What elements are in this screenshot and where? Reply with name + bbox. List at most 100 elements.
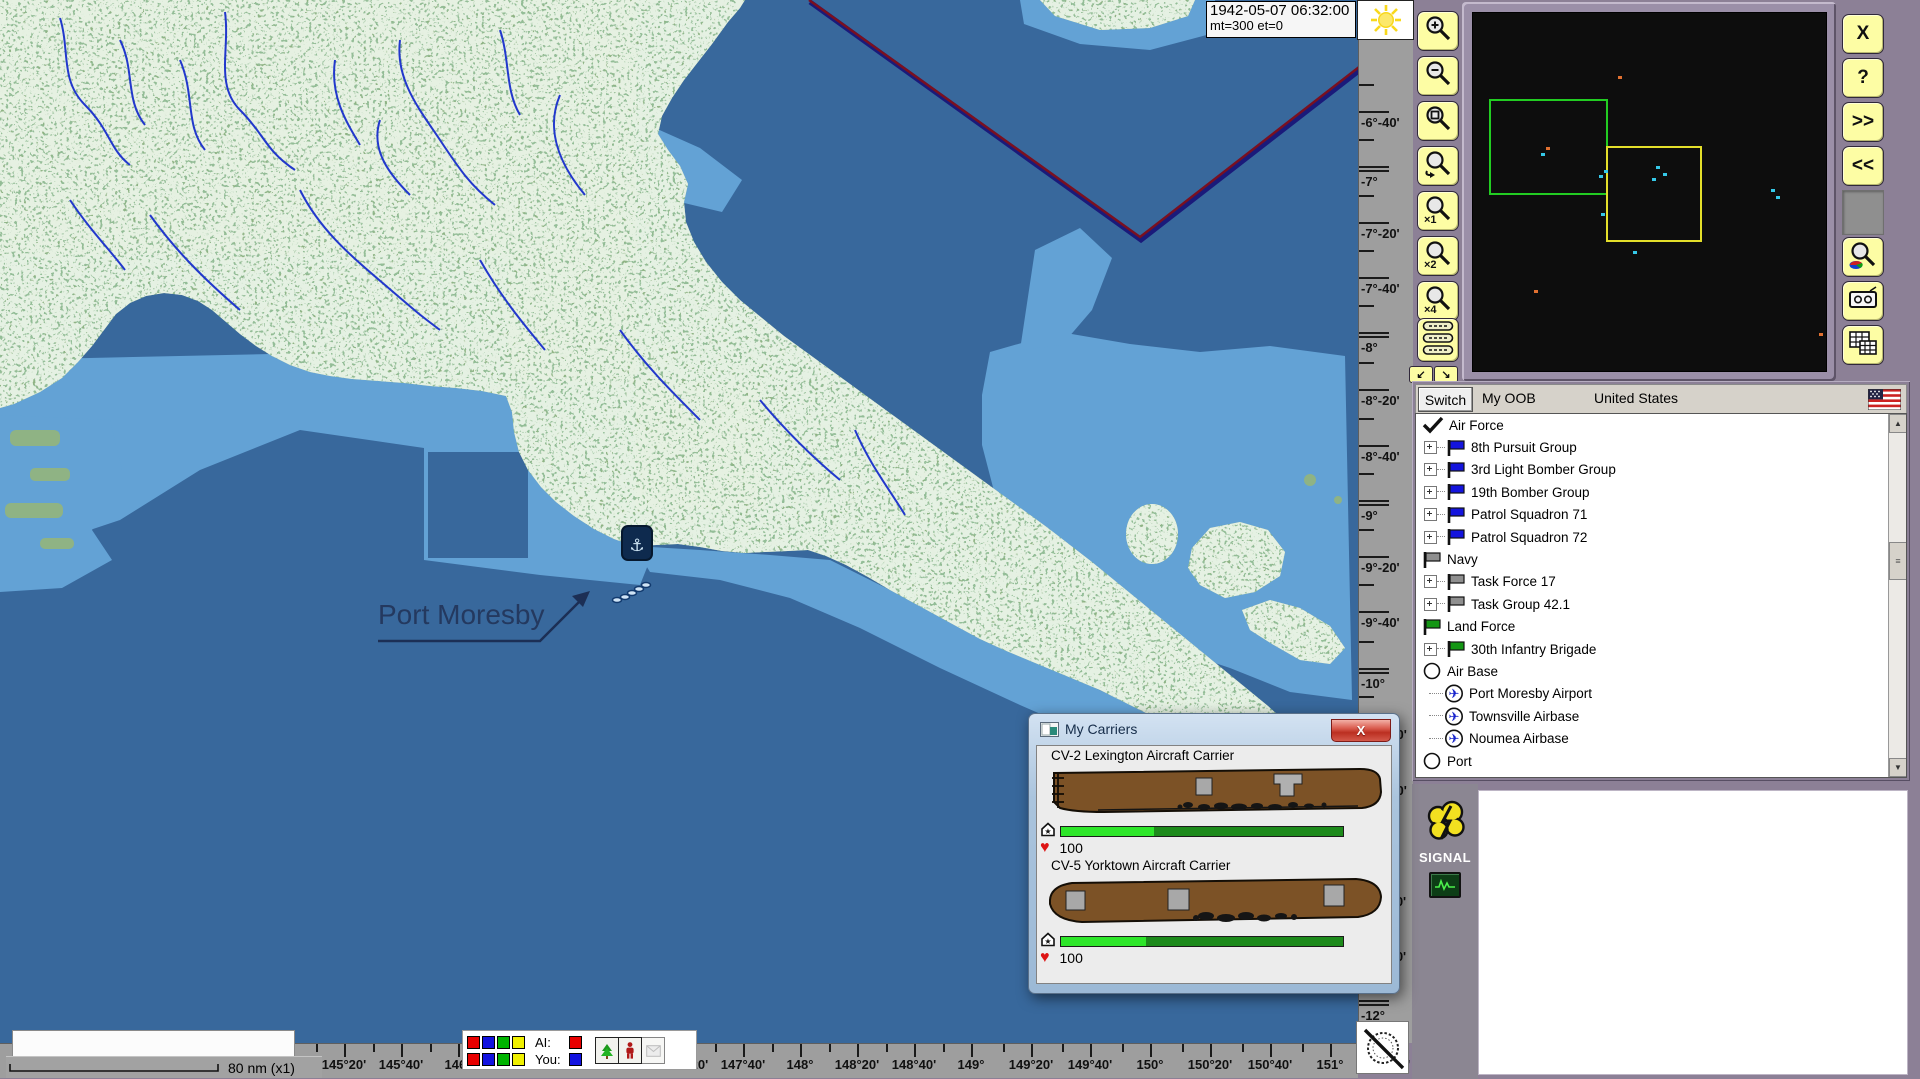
mag-undo-icon [1423, 149, 1453, 184]
help-button[interactable]: ? [1842, 58, 1884, 98]
expand-plus-icon[interactable] [1424, 643, 1437, 656]
latitude-minor-tick [1359, 195, 1374, 197]
longitude-tick [1031, 1044, 1033, 1057]
dialog-close-button[interactable]: X [1331, 719, 1391, 742]
health-heart-icon: ♥ [1040, 841, 1050, 855]
oob-scrollbar[interactable]: ▲ ≡ ▼ [1888, 414, 1906, 777]
longitude-label: 150°40' [1248, 1057, 1292, 1072]
zoom-x1-button[interactable]: ×1 [1417, 191, 1459, 231]
latitude-minor-tick [1359, 584, 1374, 586]
oob-nation: United States [1594, 390, 1678, 406]
signal-monitor-button[interactable] [1429, 872, 1461, 898]
oob-item-label: Navy [1447, 552, 1478, 567]
tree-connector [1437, 603, 1445, 605]
zoom-region-button[interactable] [1417, 101, 1459, 141]
carrier-top-view-image [1038, 874, 1391, 933]
longitude-label: 148°40' [892, 1057, 936, 1072]
oob-item-port-moresby-airport[interactable]: ✈Port Moresby Airport [1416, 683, 1906, 705]
latitude-tick [1359, 445, 1389, 447]
oob-item-19th-bomber-group[interactable]: 19th Bomber Group [1416, 481, 1906, 503]
health-value: 100 [1060, 950, 1083, 966]
flag-icon [1446, 595, 1466, 613]
longitude-label: 150°20' [1188, 1057, 1232, 1072]
zoom-previous-button[interactable] [1417, 146, 1459, 186]
oob-item-townsville-airbase[interactable]: ✈Townsville Airbase [1416, 705, 1906, 727]
zoom-x4-button[interactable]: ×4 [1417, 281, 1459, 321]
compass-widget[interactable] [1356, 1021, 1409, 1074]
latitude-minor-tick [1359, 418, 1374, 420]
prev-button-label: << [1852, 155, 1874, 177]
latitude-tick [1359, 672, 1389, 674]
oob-item-label: Noumea Airbase [1469, 731, 1569, 746]
circle-icon [1422, 752, 1442, 770]
oob-item-3rd-light-bomber-group[interactable]: 3rd Light Bomber Group [1416, 459, 1906, 481]
ship-list-button[interactable] [1417, 318, 1459, 362]
oob-item-label: 3rd Light Bomber Group [1471, 462, 1616, 477]
longitude-label: 145°20' [322, 1057, 366, 1072]
expand-plus-icon[interactable] [1424, 463, 1437, 476]
minimap-unit-dot [1604, 170, 1608, 173]
latitude-minor-tick [1359, 696, 1374, 698]
dialog-title: My Carriers [1065, 721, 1137, 737]
zoom-out-button[interactable] [1417, 56, 1459, 96]
readiness-bar [1060, 826, 1344, 837]
show-units-button[interactable] [618, 1037, 642, 1064]
oob-item-30th-infantry-brigade[interactable]: 30th Infantry Brigade [1416, 638, 1906, 660]
oob-item-port[interactable]: Port [1416, 750, 1906, 772]
longitude-tick [458, 1044, 460, 1057]
port-moresby-base-icon[interactable]: ⚓ [622, 526, 652, 560]
carrier-entry[interactable]: CV-5 Yorktown Aircraft Carrier★♥100 [1037, 858, 1391, 966]
zoom-in-button[interactable] [1417, 11, 1459, 51]
mag-x4-icon: ×4 [1423, 284, 1453, 319]
scroll-down-button[interactable]: ▼ [1889, 758, 1907, 777]
flag-icon [1446, 528, 1466, 546]
minimap-secondary-viewport-rect[interactable] [1606, 146, 1702, 242]
show-terrain-button[interactable] [595, 1037, 619, 1064]
expand-plus-icon[interactable] [1424, 531, 1437, 544]
latitude-label: -10° [1359, 676, 1411, 691]
you-color-swatch [569, 1053, 582, 1066]
oob-item-task-force-17[interactable]: Task Force 17 [1416, 571, 1906, 593]
expand-plus-icon[interactable] [1424, 575, 1437, 588]
reports-button[interactable] [1842, 325, 1884, 365]
oob-item-land-force[interactable]: Land Force [1416, 616, 1906, 638]
minimap-unit-dot [1771, 189, 1775, 192]
expand-plus-icon[interactable] [1424, 598, 1437, 611]
find-units-button[interactable] [1842, 237, 1884, 277]
oob-item-8th-pursuit-group[interactable]: 8th Pursuit Group [1416, 436, 1906, 458]
expand-plus-icon[interactable] [1424, 508, 1437, 521]
cassette-icon [1848, 286, 1878, 317]
map-horizontal-scrollbar[interactable] [12, 1030, 295, 1059]
daylight-indicator [1357, 0, 1414, 40]
oob-item-task-group-42-1[interactable]: Task Group 42.1 [1416, 593, 1906, 615]
oob-item-air-force[interactable]: Air Force [1416, 414, 1906, 436]
minimap[interactable] [1472, 12, 1827, 372]
latitude-tick [1359, 277, 1389, 279]
switch-button[interactable]: Switch [1418, 387, 1473, 412]
expand-plus-icon[interactable] [1424, 486, 1437, 499]
scroll-up-button[interactable]: ▲ [1889, 414, 1907, 433]
oob-item-navy[interactable]: Navy [1416, 548, 1906, 570]
oob-item-patrol-squadron-72[interactable]: Patrol Squadron 72 [1416, 526, 1906, 548]
you-label: You: [535, 1052, 565, 1067]
oob-title: My OOB [1482, 390, 1536, 406]
scrollbar-thumb[interactable]: ≡ [1889, 542, 1907, 580]
expand-plus-icon[interactable] [1424, 441, 1437, 454]
close-minimap-button[interactable]: X [1842, 14, 1884, 54]
flag-icon [1422, 551, 1442, 569]
port-moresby-label: Port Moresby [378, 599, 545, 630]
latitude-label: -7°-40' [1359, 281, 1411, 296]
zoom-x2-button[interactable]: ×2 [1417, 236, 1459, 276]
next-button[interactable]: >> [1842, 102, 1884, 142]
messages-button[interactable] [641, 1037, 665, 1064]
replay-button[interactable] [1842, 281, 1884, 321]
minimap-unit-dot [1601, 213, 1605, 216]
oob-item-air-base[interactable]: Air Base [1416, 660, 1906, 682]
oob-item-noumea-airbase[interactable]: ✈Noumea Airbase [1416, 727, 1906, 749]
oob-item-patrol-squadron-71[interactable]: Patrol Squadron 71 [1416, 504, 1906, 526]
latitude-minor-tick [1359, 84, 1374, 86]
prev-button[interactable]: << [1842, 146, 1884, 186]
minimap-unit-dot [1652, 178, 1656, 181]
carrier-entry[interactable]: CV-2 Lexington Aircraft Carrier★♥100 [1037, 748, 1391, 856]
close-minimap-button-label: X [1857, 23, 1870, 45]
